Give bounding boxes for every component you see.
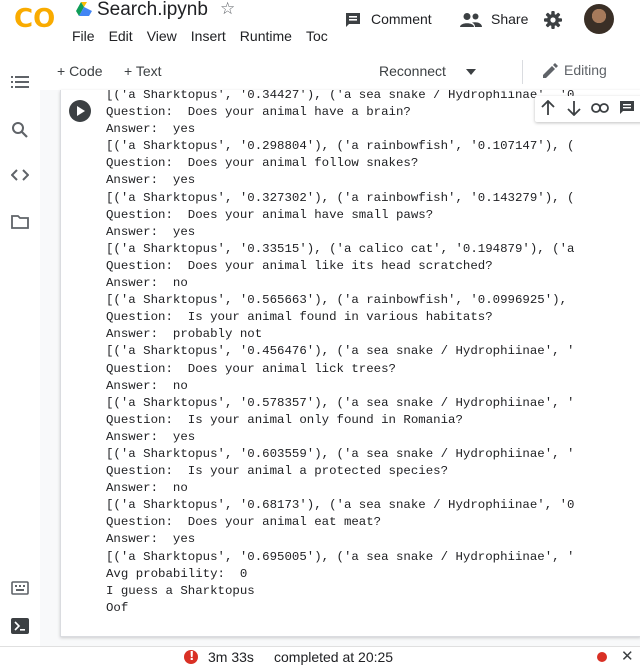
- menu-edit[interactable]: Edit: [109, 28, 133, 44]
- output-line: Question: Does your animal have a brain?: [106, 105, 411, 120]
- output-line: Question: Does your animal follow snakes…: [106, 156, 419, 171]
- output-line: [('a Sharktopus', '0.327302'), ('a rainb…: [106, 190, 575, 205]
- command-palette-icon[interactable]: [11, 581, 29, 595]
- pencil-icon: [543, 63, 558, 79]
- editing-mode-button[interactable]: Editing: [542, 62, 607, 79]
- output-line: Answer: yes: [106, 173, 196, 188]
- code-snippets-icon[interactable]: [11, 168, 29, 182]
- cell-output: [('a Sharktopus', '0.34427'), ('a sea sn…: [106, 90, 574, 617]
- output-line: Question: Does your animal eat meat?: [106, 515, 382, 530]
- menu-file[interactable]: File: [72, 28, 95, 44]
- search-icon[interactable]: [11, 121, 29, 139]
- output-line: Question: Is your animal found in variou…: [106, 310, 493, 325]
- run-cell-button[interactable]: [69, 100, 91, 122]
- toc-icon[interactable]: [11, 74, 29, 90]
- menu-view[interactable]: View: [147, 28, 177, 44]
- chevron-down-icon: [465, 69, 476, 76]
- output-line: [('a Sharktopus', '0.578357'), ('a sea s…: [106, 395, 575, 410]
- output-line: Answer: yes: [106, 224, 196, 239]
- comment-button[interactable]: Comment: [344, 11, 432, 29]
- cell-toolbar: [535, 96, 640, 122]
- gear-icon[interactable]: [543, 10, 563, 30]
- output-line: [('a Sharktopus', '0.603559'), ('a sea s…: [106, 446, 575, 461]
- output-line: [('a Sharktopus', '0.68173'), ('a sea sn…: [106, 498, 575, 513]
- completed-at: completed at 20:25: [274, 649, 394, 665]
- notebook-title[interactable]: Search.ipynb: [97, 0, 208, 21]
- share-button[interactable]: Share: [460, 11, 528, 28]
- output-line: Answer: no: [106, 378, 188, 393]
- output-line: [('a Sharktopus', '0.34427'), ('a sea sn…: [106, 90, 575, 102]
- menu-bar: File Edit View Insert Runtime Toc: [72, 28, 342, 44]
- logo-text: CO: [14, 4, 56, 34]
- error-icon: [184, 649, 198, 664]
- add-text-button[interactable]: + Text: [124, 63, 162, 79]
- editing-label: Editing: [564, 62, 607, 78]
- left-sidebar: [0, 54, 40, 646]
- link-icon[interactable]: [591, 102, 609, 114]
- output-line: Answer: no: [106, 481, 188, 496]
- output-line: Question: Is your animal only found in R…: [106, 412, 463, 427]
- menu-toc[interactable]: Toc: [306, 28, 328, 44]
- move-down-icon[interactable]: [567, 100, 581, 116]
- reconnect-label: Reconnect: [379, 63, 446, 79]
- output-line: Answer: yes: [106, 429, 196, 444]
- move-up-icon[interactable]: [541, 100, 555, 116]
- close-icon[interactable]: ✕: [621, 647, 634, 665]
- files-icon[interactable]: [11, 214, 29, 229]
- output-line: Question: Does your animal like its head…: [106, 258, 493, 273]
- comment-icon: [346, 13, 360, 28]
- app-header: CO Search.ipynb ☆ File Edit View Insert Runt…: [0, 0, 640, 54]
- comment-label: Comment: [371, 11, 432, 27]
- output-line: Answer: no: [106, 276, 188, 291]
- output-line: I guess a Sharktopus: [106, 583, 255, 598]
- output-line: Answer: yes: [106, 122, 196, 137]
- code-cell[interactable]: [('a Sharktopus', '0.34427'), ('a sea sn…: [60, 90, 640, 637]
- output-line: Avg probability: 0: [106, 566, 248, 581]
- add-code-button[interactable]: + Code: [57, 63, 103, 79]
- star-icon[interactable]: ☆: [220, 0, 235, 19]
- avatar[interactable]: [584, 4, 614, 34]
- notebook-toolbar: + Code + Text Reconnect Editing: [40, 54, 640, 91]
- menu-insert[interactable]: Insert: [191, 28, 226, 44]
- status-bar: 3m 33s completed at 20:25 ✕: [0, 646, 640, 668]
- output-line: Answer: yes: [106, 532, 196, 547]
- notebook-body: [('a Sharktopus', '0.34427'), ('a sea sn…: [40, 90, 640, 646]
- reconnect-button[interactable]: Reconnect: [379, 63, 476, 79]
- output-line: Question: Does your animal have small pa…: [106, 207, 434, 222]
- output-line: Question: Is your animal a protected spe…: [106, 464, 449, 479]
- output-line: [('a Sharktopus', '0.298804'), ('a rainb…: [106, 139, 575, 154]
- output-line: Oof: [106, 600, 129, 615]
- execution-time: 3m 33s: [208, 649, 254, 665]
- output-line: Answer: probably not: [106, 327, 263, 342]
- share-label: Share: [491, 11, 529, 27]
- drive-icon[interactable]: [76, 2, 92, 16]
- output-line: [('a Sharktopus', '0.695005'), ('a sea s…: [106, 549, 575, 564]
- status-dot-icon: [597, 652, 607, 662]
- colab-logo[interactable]: CO: [14, 4, 58, 34]
- comment-icon[interactable]: [619, 100, 635, 116]
- people-icon: [460, 13, 482, 28]
- output-line: [('a Sharktopus', '0.456476'), ('a sea s…: [106, 344, 575, 359]
- toolbar-divider: [522, 60, 523, 84]
- output-line: Question: Does your animal lick trees?: [106, 361, 396, 376]
- terminal-icon[interactable]: [11, 618, 29, 634]
- output-line: [('a Sharktopus', '0.565663'), ('a rainb…: [106, 293, 568, 308]
- output-line: [('a Sharktopus', '0.33515'), ('a calico…: [106, 241, 575, 256]
- menu-runtime[interactable]: Runtime: [240, 28, 292, 44]
